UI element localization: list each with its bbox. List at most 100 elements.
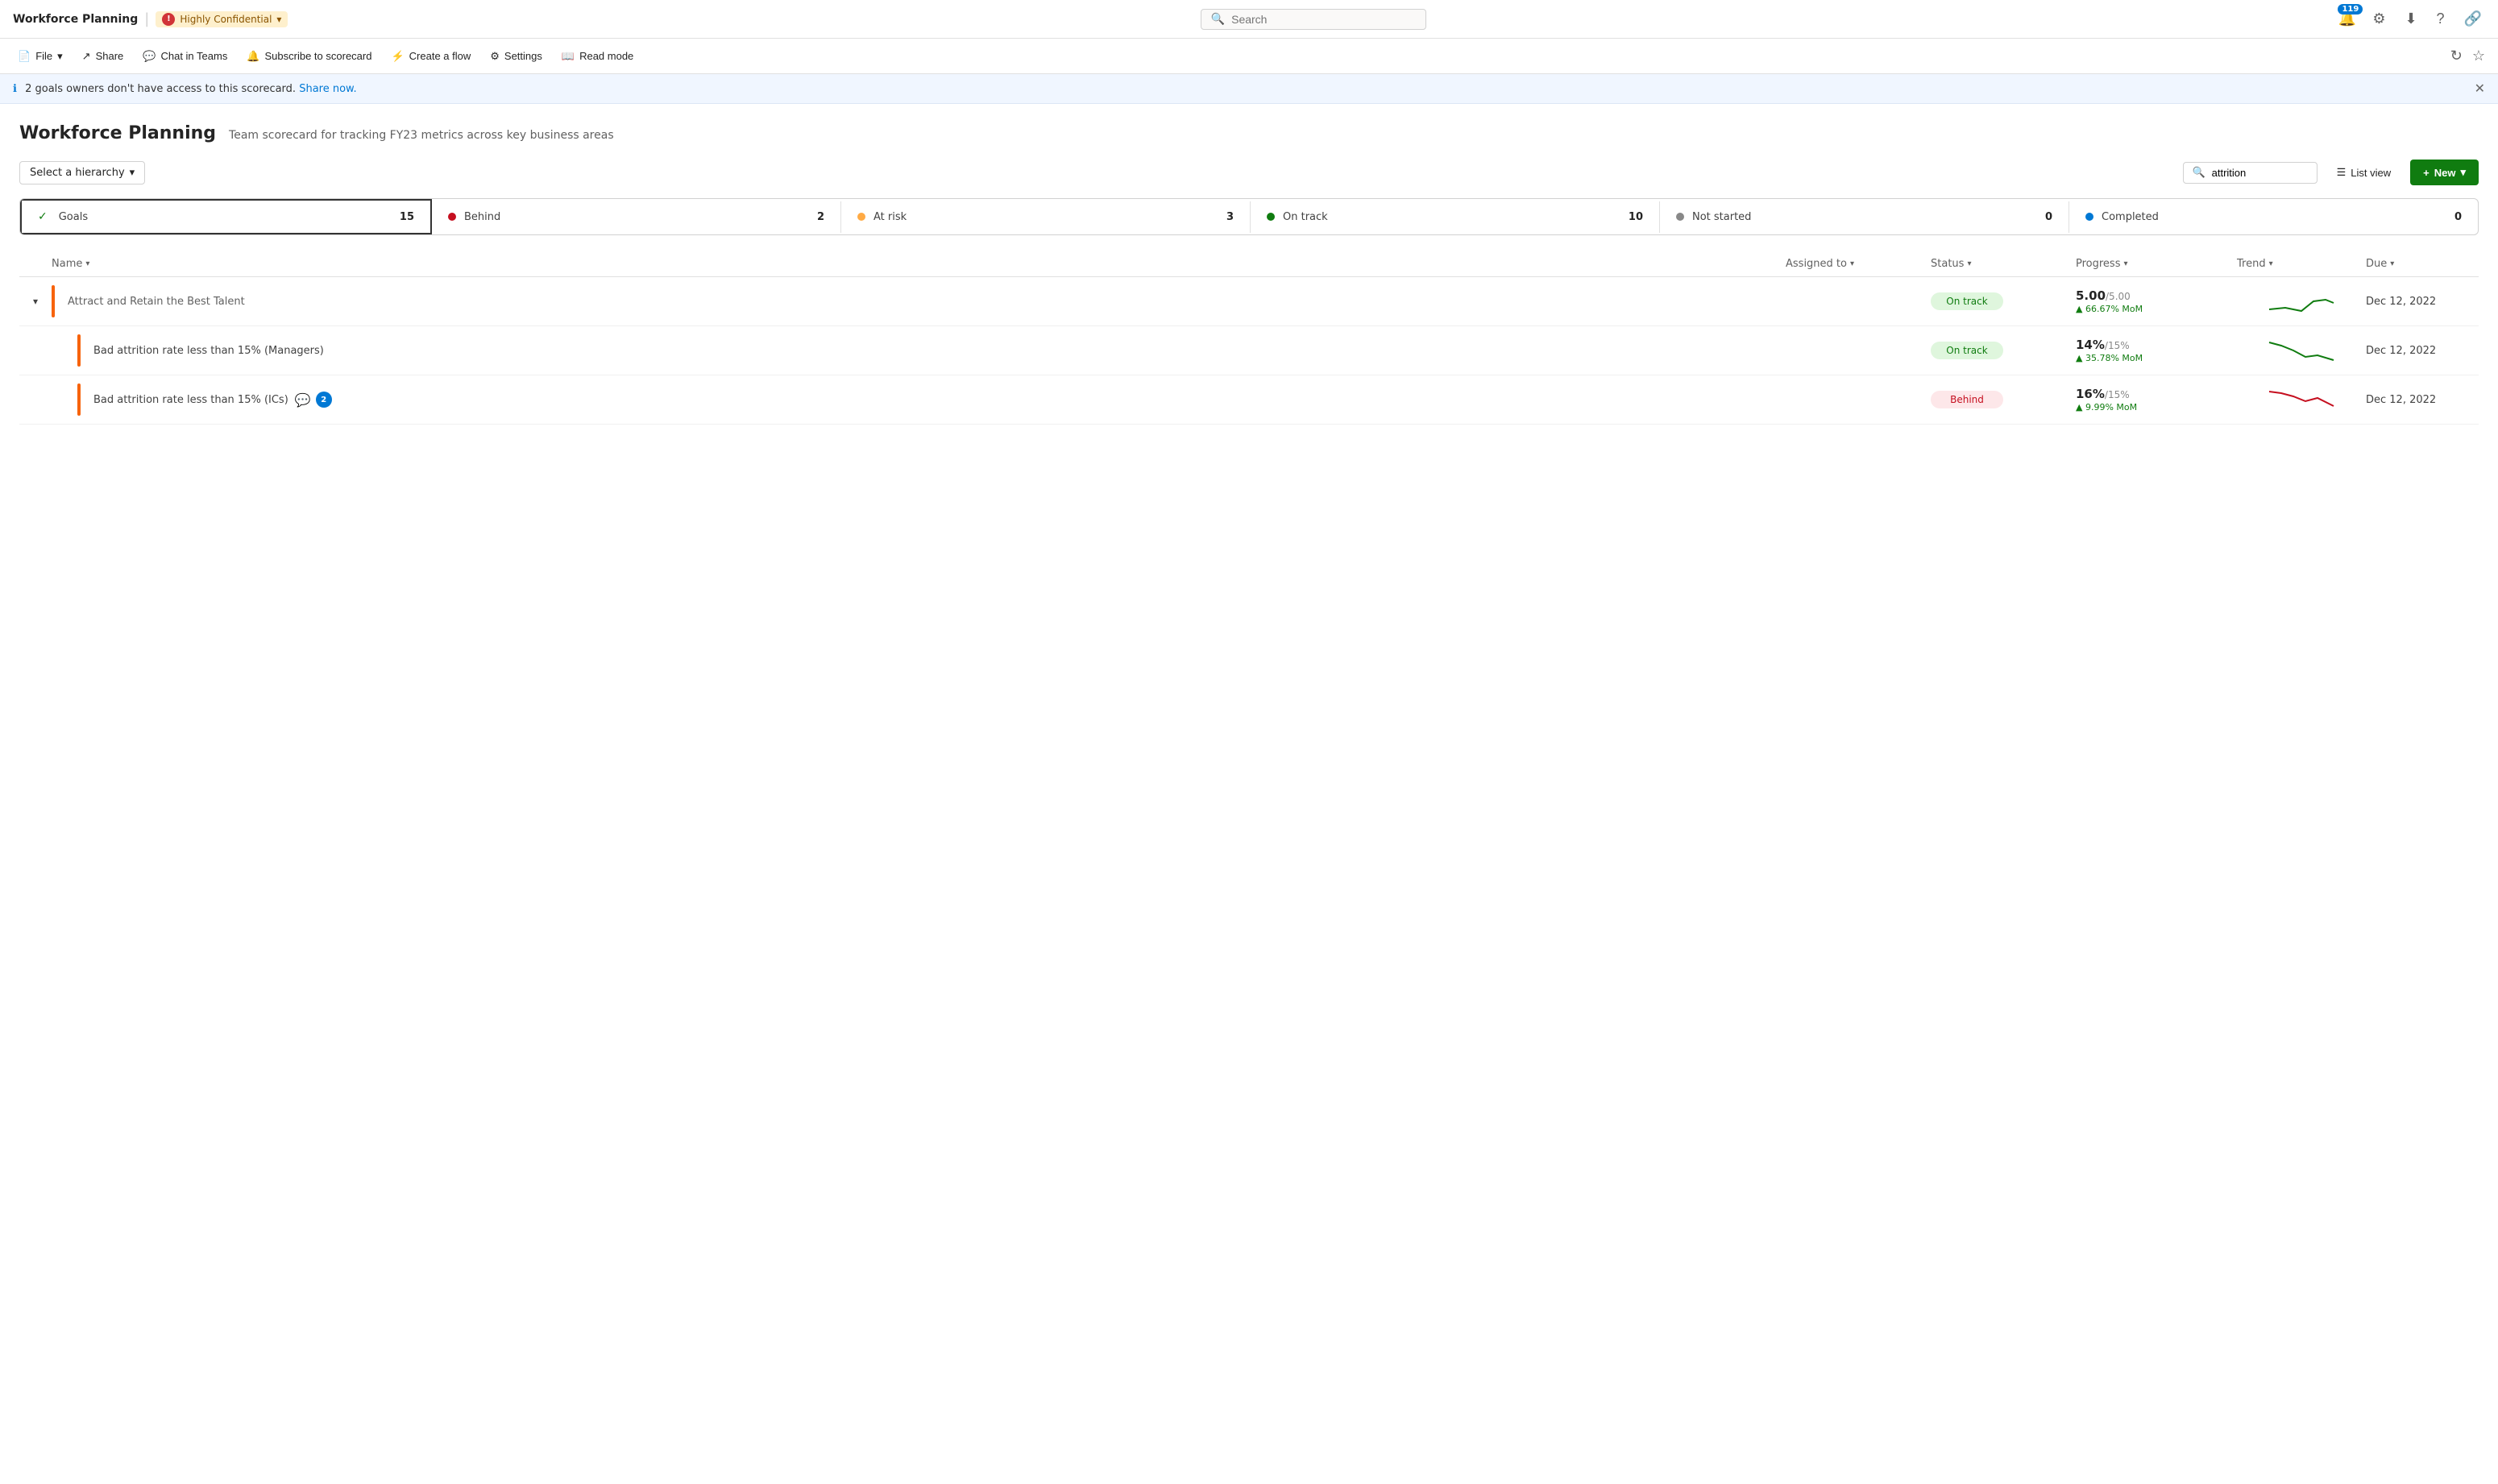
top-bar-left: Workforce Planning | ! Highly Confidenti… [13, 10, 288, 27]
row-collapse-icon[interactable]: ▾ [19, 296, 52, 307]
due-date: Dec 12, 2022 [2366, 394, 2479, 406]
teams-icon: 💬 [143, 50, 156, 63]
page-title: Workforce Planning [19, 123, 216, 143]
status-cell: On track [1931, 342, 2076, 359]
chat-in-teams-button[interactable]: 💬 Chat in Teams [135, 45, 235, 68]
progress-cell: 16%/15% ▲ 9.99% MoM [2076, 387, 2237, 412]
progress-value: 16% [2076, 387, 2105, 401]
progress-cell: 5.00/5.00 ▲ 66.67% MoM [2076, 288, 2237, 314]
hierarchy-select[interactable]: Select a hierarchy ▾ [19, 161, 145, 184]
status-bar [77, 383, 81, 416]
progress-target: /15% [2105, 340, 2130, 351]
check-icon: ✓ [38, 210, 48, 223]
stat-notstarted[interactable]: Not started 0 [1660, 201, 2069, 233]
stat-ontrack[interactable]: On track 10 [1251, 201, 1660, 233]
stats-row: ✓ Goals 15 Behind 2 At risk 3 On track 1… [19, 198, 2479, 235]
col-assigned[interactable]: Assigned to ▾ [1786, 258, 1931, 270]
chevron-down-icon: ▾ [33, 296, 38, 307]
stat-atrisk[interactable]: At risk 3 [841, 201, 1251, 233]
table-row: ▾ Attract and Retain the Best Talent On … [19, 277, 2479, 326]
search-icon: 🔍 [1211, 13, 1225, 26]
page-header: Workforce Planning Team scorecard for tr… [19, 123, 2479, 143]
col-progress[interactable]: Progress ▾ [2076, 258, 2237, 270]
help-button[interactable]: ? [2434, 7, 2448, 31]
col-name[interactable]: Name ▾ [52, 258, 1786, 270]
subscribe-button[interactable]: 🔔 Subscribe to scorecard [239, 45, 380, 68]
col-due[interactable]: Due ▾ [2366, 258, 2479, 270]
progress-target: /15% [2105, 389, 2130, 400]
chevron-down-icon: ▾ [57, 50, 63, 63]
file-icon: 📄 [18, 50, 31, 63]
refresh-button[interactable]: ↻ [2447, 44, 2466, 68]
search-icon: 🔍 [2192, 167, 2205, 179]
trend-chart [2269, 334, 2334, 367]
status-badge: On track [1931, 292, 2003, 310]
col-trend[interactable]: Trend ▾ [2237, 258, 2366, 270]
subscribe-icon: 🔔 [247, 50, 259, 63]
chevron-down-icon: ▾ [2123, 259, 2127, 268]
separator: | [144, 10, 149, 27]
controls-right: 🔍 ☰ List view + New ▾ [2183, 160, 2479, 185]
comment-icon: 💬 [295, 392, 311, 408]
status-cell: On track [1931, 292, 2076, 310]
due-date: Dec 12, 2022 [2366, 296, 2479, 308]
favorite-button[interactable]: ☆ [2469, 44, 2488, 68]
top-bar: Workforce Planning | ! Highly Confidenti… [0, 0, 2498, 39]
goal-name: Bad attrition rate less than 15% (ICs) [93, 394, 288, 406]
notstarted-dot [1676, 213, 1684, 221]
chevron-down-icon: ▾ [2269, 259, 2273, 268]
status-badge: On track [1931, 342, 2003, 359]
read-mode-button[interactable]: 📖 Read mode [554, 45, 641, 68]
file-menu-button[interactable]: 📄 File ▾ [10, 45, 71, 68]
confidential-label: Highly Confidential [180, 14, 272, 25]
share-icon-button[interactable]: 🔗 [2461, 7, 2485, 31]
trend-cell [2237, 334, 2366, 367]
table-header: Name ▾ Assigned to ▾ Status ▾ Progress ▾… [19, 251, 2479, 277]
stat-behind[interactable]: Behind 2 [432, 201, 841, 233]
global-search-input[interactable] [1231, 13, 1416, 26]
settings-button[interactable]: ⚙ Settings [482, 45, 550, 68]
confidential-icon: ! [162, 13, 175, 26]
info-icon: ℹ [13, 83, 17, 95]
settings-icon-button[interactable]: ⚙ [2369, 7, 2388, 31]
new-button[interactable]: + New ▾ [2410, 160, 2479, 185]
toolbar: 📄 File ▾ ↗ Share 💬 Chat in Teams 🔔 Subsc… [0, 39, 2498, 74]
notification-badge: 119 [2338, 4, 2363, 15]
goal-name: Attract and Retain the Best Talent [68, 296, 245, 308]
stat-completed[interactable]: Completed 0 [2069, 201, 2478, 233]
share-now-link[interactable]: Share now. [299, 83, 356, 95]
behind-dot [448, 213, 456, 221]
row-name-cell: Bad attrition rate less than 15% (ICs) 💬… [52, 383, 1786, 416]
filter-search-input[interactable] [2212, 167, 2309, 179]
confidential-badge: ! Highly Confidential ▾ [156, 11, 288, 27]
create-flow-button[interactable]: ⚡ Create a flow [383, 45, 479, 68]
main-content: Workforce Planning Team scorecard for tr… [0, 104, 2498, 425]
banner-close-button[interactable]: ✕ [2475, 81, 2485, 97]
share-icon: ↗ [82, 50, 91, 63]
ontrack-dot [1267, 213, 1275, 221]
info-banner: ℹ 2 goals owners don't have access to th… [0, 74, 2498, 104]
progress-mom: ▲ 66.67% MoM [2076, 304, 2237, 314]
status-bar [77, 334, 81, 367]
chevron-down-icon: ▾ [2460, 166, 2466, 179]
share-button[interactable]: ↗ Share [74, 45, 132, 68]
gear-icon: ⚙ [490, 50, 500, 63]
col-status[interactable]: Status ▾ [1931, 258, 2076, 270]
controls-row: Select a hierarchy ▾ 🔍 ☰ List view + New… [19, 160, 2479, 185]
app-title: Workforce Planning [13, 13, 138, 26]
notification-button[interactable]: 🔔 119 [2338, 10, 2356, 27]
completed-dot [2085, 213, 2093, 221]
search-small-box[interactable]: 🔍 [2183, 162, 2317, 184]
chevron-down-icon: ▾ [2390, 259, 2394, 268]
progress-mom: ▲ 9.99% MoM [2076, 402, 2237, 412]
table-row: Bad attrition rate less than 15% (Manage… [19, 326, 2479, 375]
global-search-box[interactable]: 🔍 [1201, 9, 1426, 30]
chevron-down-icon: ▾ [276, 14, 281, 25]
top-bar-right: 🔔 119 ⚙ ⬇ ? 🔗 [2338, 7, 2485, 31]
download-button[interactable]: ⬇ [2401, 7, 2420, 31]
progress-value: 5.00 [2076, 288, 2106, 303]
stat-goals[interactable]: ✓ Goals 15 [20, 199, 432, 234]
status-badge: Behind [1931, 391, 2003, 408]
list-view-button[interactable]: ☰ List view [2327, 161, 2401, 184]
comment-indicator[interactable]: 💬 2 [295, 392, 332, 408]
